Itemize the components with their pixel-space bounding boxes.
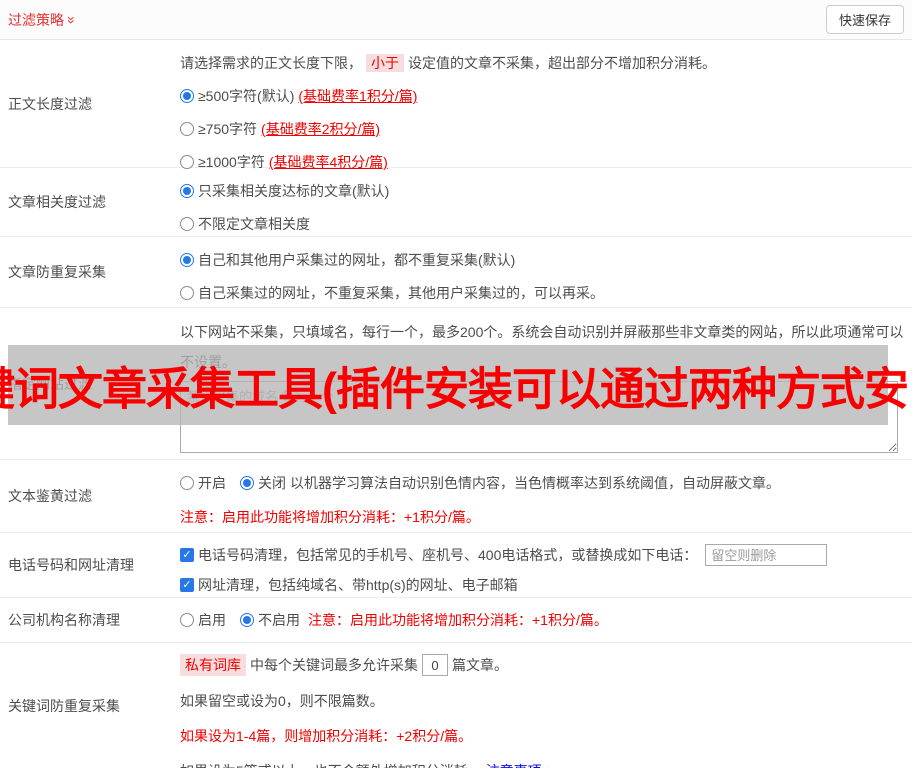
radio-option-relevant-only[interactable]: 只采集相关度达标的文章(默认) <box>180 181 904 201</box>
keyword-line4: 如果设为5篇或以上，也不会额外增加积分消耗。 <box>180 763 482 768</box>
porn-filter-note: 注意：启用此功能将增加积分消耗：+1积分/篇。 <box>180 509 480 525</box>
intro-post: 设定值的文章不采集，超出部分不增加积分消耗。 <box>408 55 716 71</box>
max-articles-input[interactable] <box>422 654 448 676</box>
radio-enable-icon[interactable] <box>180 613 194 627</box>
phone-url-clean-label: 电话号码和网址清理 <box>8 557 134 573</box>
url-clean-checkbox[interactable] <box>180 578 194 592</box>
phone-url-clean-body: 电话号码清理，包括常见的手机号、座机号、400电话格式，或替换成如下电话： 网址… <box>180 533 912 597</box>
relevance-label: 文章相关度过滤 <box>8 194 106 210</box>
radio-option-750[interactable]: ≥750字符 (基础费率2积分/篇) <box>180 119 904 139</box>
content-length-label: 正文长度过滤 <box>8 95 92 112</box>
private-thesaurus-badge: 私有词库 <box>180 654 246 676</box>
row-content-length-filter: 正文长度过滤 请选择需求的正文长度下限， 小于 设定值的文章不采集，超出部分不增加积… <box>0 40 912 170</box>
option-text: 不限定文章相关度 <box>198 216 310 232</box>
option-text: 只采集相关度达标的文章(默认) <box>198 183 390 199</box>
radio-icon[interactable] <box>180 155 194 169</box>
company-enable-text[interactable]: 启用 <box>198 610 226 630</box>
site-filter-desc: 以下网站不采集，只填域名，每行一个，最多200个。系统会自动识别并屏蔽那些非文章… <box>180 324 904 370</box>
porn-filter-desc: 以机器学习算法自动识别色情内容，当色情概率达到系统阈值，自动屏蔽文章。 <box>290 475 780 491</box>
option-text: 自己采集过的网址，不重复采集，其他用户采集过的，可以再采。 <box>198 285 604 301</box>
company-clean-body: 启用 不启用 注意：启用此功能将增加积分消耗：+1积分/篇。 <box>180 598 912 642</box>
relevance-body: 只采集相关度达标的文章(默认) 不限定文章相关度 <box>180 168 912 236</box>
porn-disable-text[interactable]: 关闭 <box>258 473 286 493</box>
url-dedup-body: 自己和其他用户采集过的网址，都不重复采集(默认) 自己采集过的网址，不重复采集，… <box>180 237 912 307</box>
porn-enable-text[interactable]: 开启 <box>198 473 226 493</box>
page-title-toggle[interactable]: 过滤策略 » <box>8 10 80 30</box>
radio-option-dedup-own[interactable]: 自己采集过的网址，不重复采集，其他用户采集过的，可以再采。 <box>180 283 904 303</box>
keyword-dedup-label: 关键词防重复采集 <box>8 697 120 714</box>
keyword-dedup-body: 私有词库 中每个关键词最多允许采集 篇文章。 如果留空或设为0，则不限篇数。 如… <box>180 643 912 768</box>
radio-icon[interactable] <box>180 122 194 136</box>
chevron-double-down-icon: » <box>63 15 80 24</box>
keyword-line1-text: 中每个关键词最多允许采集 <box>250 657 418 673</box>
content-length-body: 请选择需求的正文长度下限， 小于 设定值的文章不采集，超出部分不增加积分消耗。 ≥5… <box>180 40 912 170</box>
keyword-line2: 如果留空或设为0，则不限篇数。 <box>180 693 384 709</box>
phone-clean-checkbox[interactable] <box>180 548 194 562</box>
option-text: 自己和其他用户采集过的网址，都不重复采集(默认) <box>198 252 516 268</box>
row-relevance-filter: 文章相关度过滤 只采集相关度达标的文章(默认) 不限定文章相关度 <box>0 168 912 237</box>
option-fee-note: (基础费率1积分/篇) <box>298 88 418 104</box>
radio-disable-icon[interactable] <box>240 613 254 627</box>
porn-filter-body: 开启 关闭 以机器学习算法自动识别色情内容，当色情概率达到系统阈值，自动屏蔽文章… <box>180 460 912 532</box>
filter-settings-page: 过滤策略 » 快速保存 正文长度过滤 请选择需求的正文长度下限， 小于 设定值的文章… <box>0 0 912 768</box>
content-length-intro: 请选择需求的正文长度下限， 小于 设定值的文章不采集，超出部分不增加积分消耗。 <box>180 53 904 73</box>
replacement-phone-input[interactable] <box>705 544 828 566</box>
row-company-clean: 公司机构名称清理 启用 不启用 注意：启用此功能将增加积分消耗：+1积分/篇。 <box>0 598 912 643</box>
less-than-badge: 小于 <box>366 54 404 72</box>
option-fee-note: (基础费率2积分/篇) <box>261 121 381 137</box>
radio-selected-icon[interactable] <box>180 184 194 198</box>
row-site-filter: 指定网站过滤 以下网站不采集，只填域名，每行一个，最多200个。系统会自动识别并… <box>0 308 912 460</box>
porn-filter-label: 文本鉴黄过滤 <box>8 488 92 504</box>
radio-disable-icon[interactable] <box>240 476 254 490</box>
option-text: ≥500字符(默认) <box>198 88 295 104</box>
option-text: ≥750字符 <box>198 121 258 137</box>
radio-selected-icon[interactable] <box>180 253 194 267</box>
keyword-line1-suffix: 篇文章。 <box>452 657 508 673</box>
quick-save-button[interactable]: 快速保存 <box>825 5 904 34</box>
radio-icon[interactable] <box>180 217 194 231</box>
site-filter-label: 指定网站过滤 <box>8 375 92 392</box>
page-title: 过滤策略 <box>8 11 64 28</box>
intro-pre: 请选择需求的正文长度下限， <box>180 55 362 71</box>
radio-icon[interactable] <box>180 286 194 300</box>
company-disable-text[interactable]: 不启用 <box>258 610 300 630</box>
radio-option-dedup-all[interactable]: 自己和其他用户采集过的网址，都不重复采集(默认) <box>180 250 904 270</box>
notes-link[interactable]: 注意事项» <box>486 763 554 768</box>
radio-option-500[interactable]: ≥500字符(默认) (基础费率1积分/篇) <box>180 86 904 106</box>
phone-clean-text: 电话号码清理，包括常见的手机号、座机号、400电话格式，或替换成如下电话： <box>198 547 698 563</box>
row-keyword-dedup: 关键词防重复采集 私有词库 中每个关键词最多允许采集 篇文章。 如果留空或设为0… <box>0 643 912 768</box>
row-url-dedup: 文章防重复采集 自己和其他用户采集过的网址，都不重复采集(默认) 自己采集过的网… <box>0 237 912 308</box>
site-filter-body: 以下网站不采集，只填域名，每行一个，最多200个。系统会自动识别并屏蔽那些非文章… <box>180 308 912 459</box>
radio-enable-icon[interactable] <box>180 476 194 490</box>
radio-option-no-limit[interactable]: 不限定文章相关度 <box>180 214 904 234</box>
company-clean-label: 公司机构名称清理 <box>8 612 120 628</box>
company-clean-note: 注意：启用此功能将增加积分消耗：+1积分/篇。 <box>308 612 608 628</box>
top-bar: 过滤策略 » 快速保存 <box>0 0 912 40</box>
url-clean-text: 网址清理，包括纯域名、带http(s)的网址、电子邮箱 <box>198 577 518 593</box>
keyword-line3: 如果设为1-4篇，则增加积分消耗：+2积分/篇。 <box>180 728 473 744</box>
row-porn-filter: 文本鉴黄过滤 开启 关闭 以机器学习算法自动识别色情内容，当色情概率达到系统阈值… <box>0 460 912 533</box>
row-phone-url-clean: 电话号码和网址清理 电话号码清理，包括常见的手机号、座机号、400电话格式，或替… <box>0 533 912 598</box>
radio-selected-icon[interactable] <box>180 89 194 103</box>
url-dedup-label: 文章防重复采集 <box>8 264 106 280</box>
blocked-domains-textarea[interactable] <box>180 381 898 453</box>
